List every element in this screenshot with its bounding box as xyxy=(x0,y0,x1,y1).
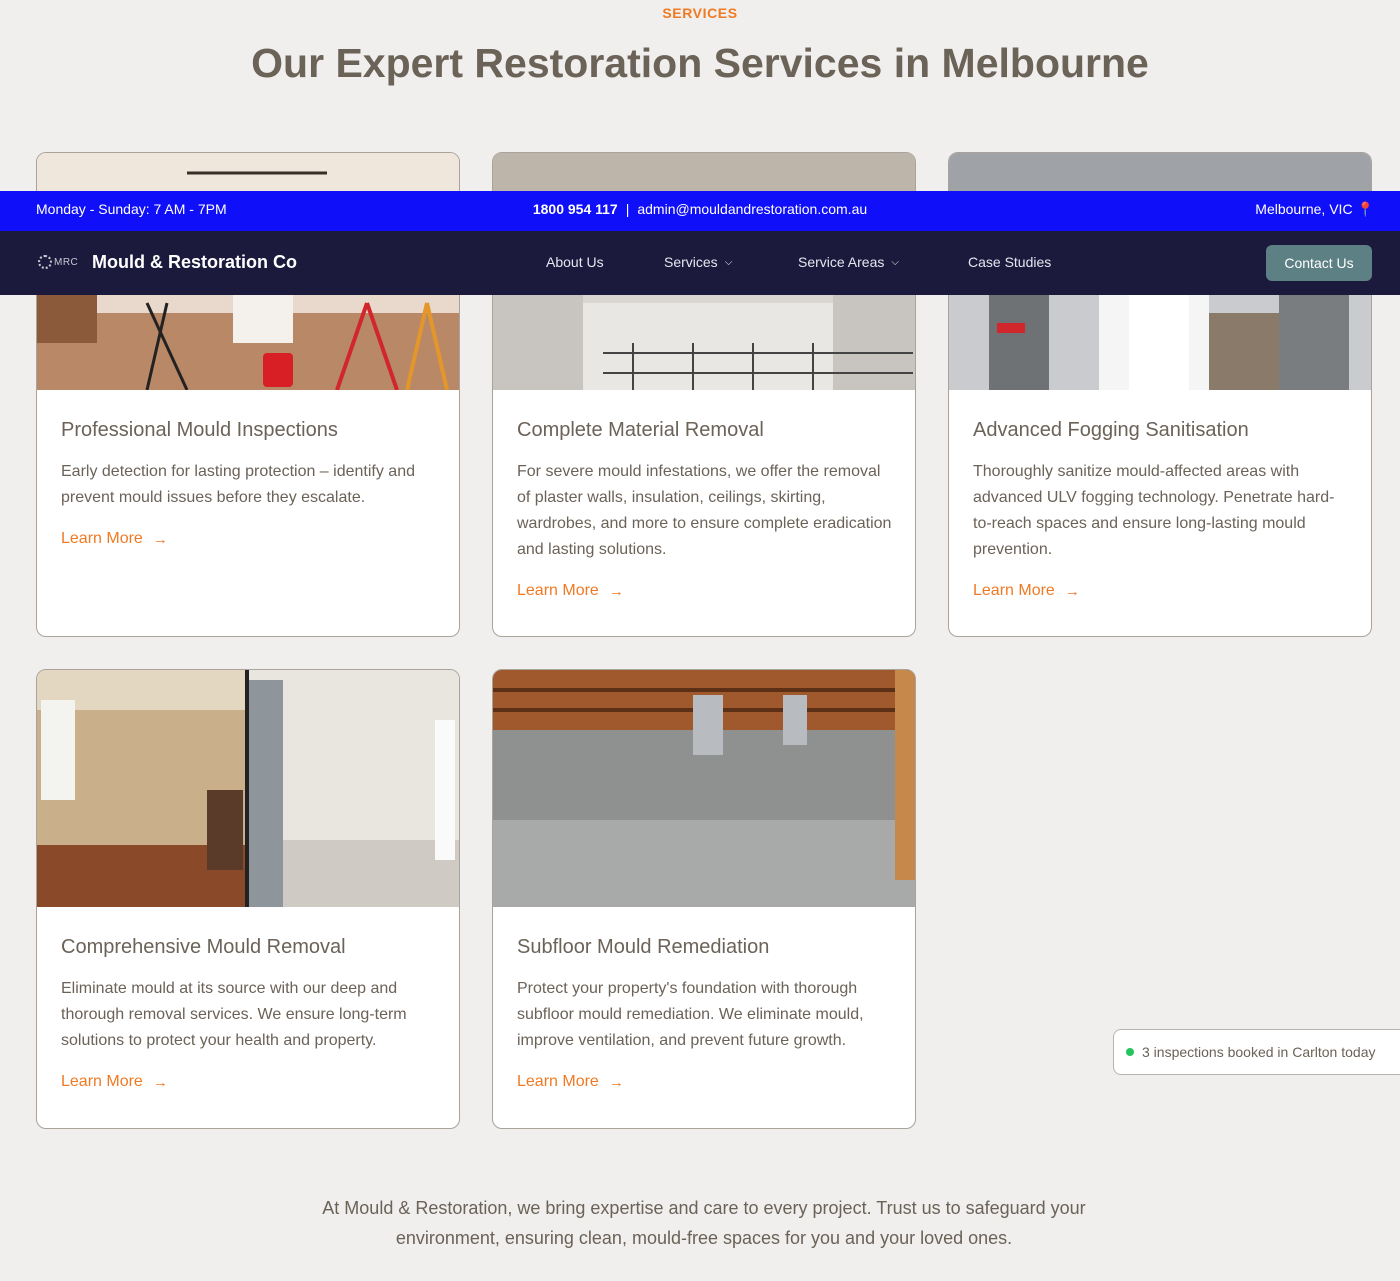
learn-more-label: Learn More xyxy=(61,530,143,547)
learn-more-link[interactable]: Learn More → xyxy=(61,530,168,548)
service-title: Complete Material Removal xyxy=(517,419,764,441)
nav-label: Case Studies xyxy=(968,254,1052,270)
learn-more-label: Learn More xyxy=(61,1073,143,1090)
logo-text: MRC xyxy=(54,256,79,268)
nav-label: Services xyxy=(664,254,718,270)
nav-case-studies[interactable]: Case Studies xyxy=(968,254,1051,270)
arrow-right-icon: → xyxy=(152,530,168,548)
chevron-down-icon: ⌵ xyxy=(891,256,899,268)
learn-more-label: Learn More xyxy=(517,1073,599,1090)
logo-mark-icon xyxy=(38,255,52,269)
arrow-right-icon: → xyxy=(1064,582,1080,600)
nav-service-areas[interactable]: Service Areas ⌵ xyxy=(798,254,899,270)
service-title: Comprehensive Mould Removal xyxy=(61,936,346,958)
learn-more-label: Learn More xyxy=(973,582,1055,599)
service-description: Eliminate mould at its source with our d… xyxy=(61,980,407,1049)
service-description: For severe mould infestations, we offer … xyxy=(517,463,892,558)
location-label: Melbourne, VIC xyxy=(1255,201,1353,217)
service-title: Subfloor Mould Remediation xyxy=(517,936,770,958)
service-card-subfloor: Subfloor Mould Remediation Protect your … xyxy=(492,669,916,1129)
nav-about-us[interactable]: About Us xyxy=(546,254,604,270)
logo[interactable]: MRC xyxy=(38,255,78,269)
main-navbar: MRC Mould & Restoration Co About Us Serv… xyxy=(0,231,1400,295)
service-description: Early detection for lasting protection –… xyxy=(61,463,415,506)
contact-info: 1800 954 117 | admin@mouldandrestoration.c… xyxy=(0,201,1400,217)
learn-more-link[interactable]: Learn More → xyxy=(61,1073,168,1091)
toast-text: 3 inspections booked in Carlton today xyxy=(1142,1044,1376,1060)
brand-name[interactable]: Mould & Restoration Co xyxy=(92,252,297,273)
arrow-right-icon: → xyxy=(608,1073,624,1091)
top-info-bar: Monday - Sunday: 7 AM - 7PM 1800 954 117… xyxy=(0,191,1400,231)
location: Melbourne, VIC 📍 xyxy=(1255,201,1374,218)
nav-label: About Us xyxy=(546,254,604,270)
map-pin-icon: 📍 xyxy=(1356,201,1374,217)
arrow-right-icon: → xyxy=(152,1073,168,1091)
nav-services[interactable]: Services ⌵ xyxy=(664,254,732,270)
booking-toast: 3 inspections booked in Carlton today xyxy=(1113,1029,1400,1075)
email-link[interactable]: admin@mouldandrestoration.com.au xyxy=(637,201,867,217)
service-image-subfloor xyxy=(493,670,915,907)
chevron-down-icon: ⌵ xyxy=(724,256,733,268)
closing-text: At Mould & Restoration, we bring experti… xyxy=(322,1198,1086,1248)
service-description: Protect your property's foundation with … xyxy=(517,980,864,1049)
learn-more-link[interactable]: Learn More → xyxy=(517,1073,624,1091)
service-description: Thoroughly sanitize mould-affected areas… xyxy=(973,463,1335,558)
section-headline: Our Expert Restoration Services in Melbo… xyxy=(251,40,1149,86)
service-image-mould-removal xyxy=(37,670,459,907)
contact-us-button[interactable]: Contact Us xyxy=(1266,245,1372,281)
learn-more-label: Learn More xyxy=(517,582,599,599)
section-eyebrow: SERVICES xyxy=(662,5,738,21)
service-card-mould-removal: Comprehensive Mould Removal Eliminate mo… xyxy=(36,669,460,1129)
separator: | xyxy=(625,201,630,217)
learn-more-link[interactable]: Learn More → xyxy=(973,582,1080,600)
learn-more-link[interactable]: Learn More → xyxy=(517,582,624,600)
arrow-right-icon: → xyxy=(608,582,624,600)
nav-label: Service Areas xyxy=(798,254,885,270)
service-title: Advanced Fogging Sanitisation xyxy=(973,419,1249,441)
status-dot-icon xyxy=(1126,1048,1134,1056)
phone-link[interactable]: 1800 954 117 xyxy=(533,201,618,217)
service-title: Professional Mould Inspections xyxy=(61,419,338,441)
